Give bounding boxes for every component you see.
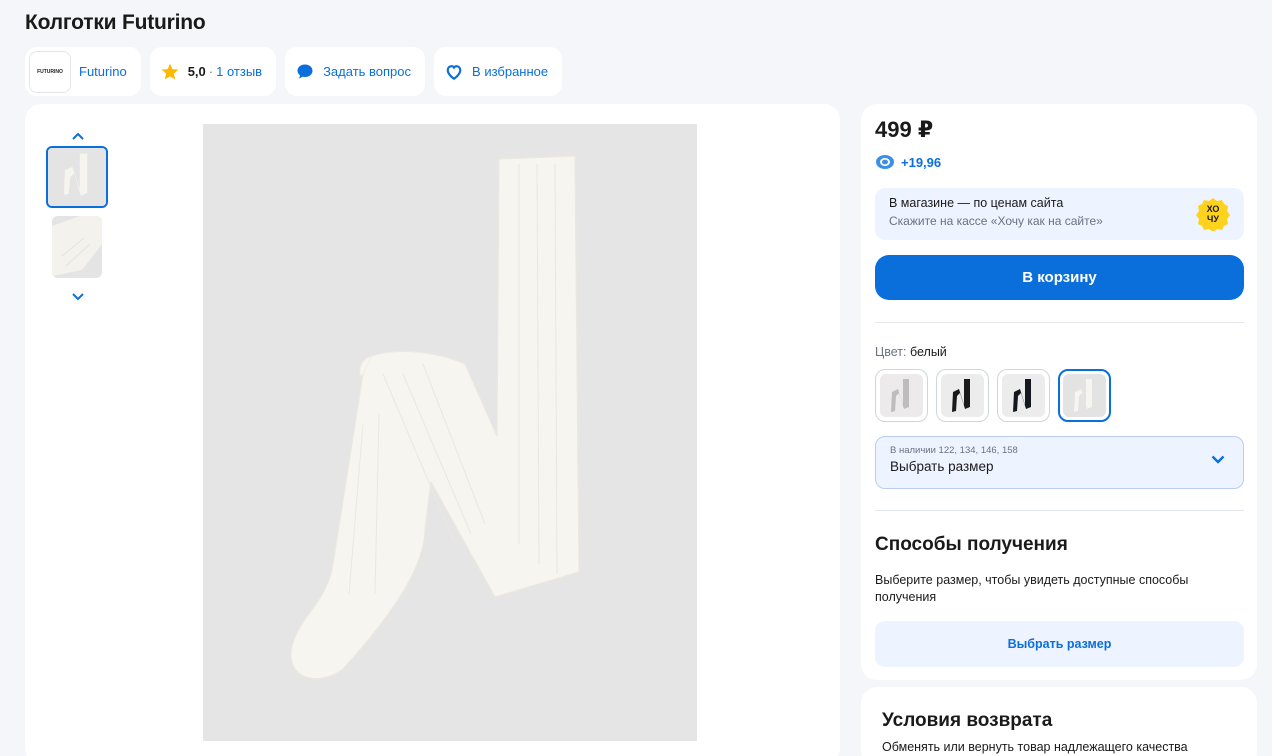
favorites-label: В избранное [472, 64, 549, 79]
bonus-coin-icon [876, 155, 894, 169]
hochu-badge-icon: ХО ЧУ [1196, 198, 1230, 231]
promo-title: В магазине — по ценам сайта [889, 196, 1064, 210]
bonus-value: +19,96 [901, 154, 942, 170]
product-main-image[interactable] [203, 124, 697, 741]
divider [875, 510, 1244, 511]
size-placeholder: Выбрать размер [890, 459, 994, 474]
color-value: белый [909, 345, 947, 359]
chat-bubble-icon [297, 64, 313, 79]
return-title: Условия возврата [882, 710, 1053, 731]
color-swatches [875, 369, 1111, 422]
tights-image [203, 124, 697, 741]
svg-text:ХО: ХО [1207, 204, 1220, 214]
color-swatch-black[interactable] [936, 369, 989, 422]
star-icon [161, 63, 179, 79]
chevron-up-icon[interactable] [69, 129, 87, 143]
return-description: Обменять или вернуть товар надлежащего к… [882, 740, 1188, 754]
size-availability: В наличии 122, 134, 146, 158 [890, 445, 1018, 456]
ask-question-button[interactable]: Задать вопрос [285, 47, 426, 96]
product-gallery [25, 104, 840, 756]
brand-logo: FUTURINO [29, 50, 71, 93]
color-swatch-navy[interactable] [997, 369, 1050, 422]
brand-chip[interactable]: FUTURINO Futurino [25, 47, 141, 96]
heart-icon [446, 64, 462, 80]
purchase-panel: 499 ₽ +19,96 В магазине — по ценам сайта… [861, 104, 1257, 680]
chevron-down-icon [1211, 455, 1225, 464]
price: 499 ₽ [875, 117, 934, 142]
divider [875, 322, 1244, 323]
gallery-thumbnail-1[interactable] [46, 146, 108, 208]
shipping-description: Выберите размер, чтобы увидеть доступные… [875, 573, 1189, 604]
rating-chip[interactable]: 5,0 · 1 отзыв [149, 47, 277, 96]
color-label: Цвет: белый [875, 345, 947, 359]
bonus-points: +19,96 [875, 154, 941, 170]
brand-name: Futurino [79, 64, 127, 79]
page-title: Колготки Futurino [25, 11, 206, 34]
product-actions-bar: FUTURINO Futurino 5,0 · 1 отзыв Задать в… [25, 47, 563, 96]
size-select[interactable]: В наличии 122, 134, 146, 158 Выбрать раз… [875, 436, 1244, 489]
select-size-button[interactable]: Выбрать размер [875, 621, 1244, 667]
return-policy-panel: Условия возврата Обменять или вернуть то… [861, 687, 1257, 756]
add-to-cart-button[interactable]: В корзину [875, 255, 1244, 300]
color-swatch-white[interactable] [1058, 369, 1111, 422]
shipping-title: Способы получения [875, 534, 1068, 555]
color-swatch-light-gray[interactable] [875, 369, 928, 422]
ask-question-label: Задать вопрос [323, 64, 412, 79]
rating-value: 5,0 [187, 64, 206, 79]
gallery-thumbnail-2[interactable] [52, 216, 102, 278]
chevron-down-icon[interactable] [69, 290, 87, 304]
store-price-promo: В магазине — по ценам сайта Скажите на к… [875, 188, 1244, 240]
rating-separator: · [208, 64, 214, 79]
review-count: 1 отзыв [216, 64, 263, 79]
add-to-favorites-button[interactable]: В избранное [434, 47, 563, 96]
svg-text:ЧУ: ЧУ [1207, 214, 1219, 224]
promo-subtitle: Скажите на кассе «Хочу как на сайте» [889, 214, 1103, 228]
